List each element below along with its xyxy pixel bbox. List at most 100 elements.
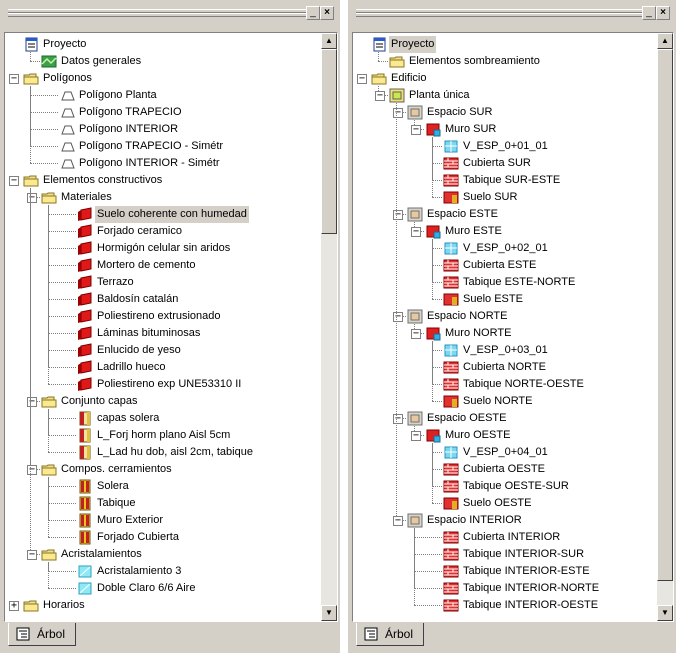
collapse-toggle[interactable]: −	[357, 74, 367, 84]
tree-node-cubierta-sur[interactable]: Cubierta SUR	[353, 155, 656, 172]
collapse-toggle[interactable]: −	[27, 193, 37, 203]
tree-node-elementos-sombreamiento[interactable]: Elementos sombreamiento	[353, 53, 656, 70]
tree-node-cubierta-interior[interactable]: Cubierta INTERIOR	[353, 529, 656, 546]
tree-node-forjado-ceramico[interactable]: Forjado ceramico	[5, 223, 320, 240]
tree-node-planta-unica[interactable]: − Planta única	[353, 87, 656, 104]
tree-node-acristalamiento-3[interactable]: Acristalamiento 3	[5, 563, 320, 580]
scroll-up-button[interactable]: ▲	[657, 33, 673, 49]
collapse-toggle[interactable]: −	[411, 227, 421, 237]
collapse-toggle[interactable]: −	[9, 74, 19, 84]
tree-node-poliestireno-exp-une53310-ii[interactable]: Poliestireno exp UNE53310 II	[5, 376, 320, 393]
tree-node-l-lad-hu-dob-aisl-2cm-tabique[interactable]: L_Lad hu dob, aisl 2cm, tabique	[5, 444, 320, 461]
tree-node-poligono-interior[interactable]: Polígono INTERIOR	[5, 121, 320, 138]
tree-node-muro-este[interactable]: − Muro ESTE	[353, 223, 656, 240]
collapse-toggle[interactable]: −	[411, 329, 421, 339]
tree-node-hormigon-celular-sin-aridos[interactable]: Hormigón celular sin aridos	[5, 240, 320, 257]
tree-node-proyecto[interactable]: Proyecto	[353, 36, 656, 53]
tree-node-poligono-planta[interactable]: Polígono Planta	[5, 87, 320, 104]
panel-title-bar[interactable]: _ ×	[0, 0, 340, 30]
expand-toggle[interactable]: +	[9, 601, 19, 611]
tree-node-v-esp-0-03-01[interactable]: V_ESP_0+03_01	[353, 342, 656, 359]
tree-node-mortero-de-cemento[interactable]: Mortero de cemento	[5, 257, 320, 274]
collapse-toggle[interactable]: −	[411, 431, 421, 441]
vertical-scrollbar[interactable]: ▲ ▼	[321, 33, 337, 621]
tree-node-v-esp-0-02-01[interactable]: V_ESP_0+02_01	[353, 240, 656, 257]
tree-node-muro-sur[interactable]: − Muro SUR	[353, 121, 656, 138]
tree-node-espacio-este[interactable]: − Espacio ESTE	[353, 206, 656, 223]
close-button[interactable]: ×	[656, 6, 670, 20]
tree-node-cubierta-norte[interactable]: Cubierta NORTE	[353, 359, 656, 376]
tree-node-espacio-sur[interactable]: − Espacio SUR	[353, 104, 656, 121]
tree-node-tabique[interactable]: Tabique	[5, 495, 320, 512]
scroll-down-button[interactable]: ▼	[657, 605, 673, 621]
tree-node-baldosin-catalan[interactable]: Baldosín catalán	[5, 291, 320, 308]
collapse-toggle[interactable]: −	[27, 397, 37, 407]
tree-node-solera[interactable]: Solera	[5, 478, 320, 495]
collapse-toggle[interactable]: −	[393, 312, 403, 322]
tree-node-laminas-bituminosas[interactable]: Láminas bituminosas	[5, 325, 320, 342]
tree-node-ladrillo-hueco[interactable]: Ladrillo hueco	[5, 359, 320, 376]
collapse-toggle[interactable]: −	[375, 91, 385, 101]
collapse-toggle[interactable]: −	[393, 210, 403, 220]
tree-node-suelo-oeste[interactable]: Suelo OESTE	[353, 495, 656, 512]
tree-node-horarios[interactable]: + Horarios	[5, 597, 320, 614]
scroll-down-button[interactable]: ▼	[321, 605, 337, 621]
tree-node-suelo-coherente-con-humedad[interactable]: Suelo coherente con humedad	[5, 206, 320, 223]
tree-node-doble-claro-6-6-aire[interactable]: Doble Claro 6/6 Aire	[5, 580, 320, 597]
tree-node-poligonos[interactable]: − Polígonos	[5, 70, 320, 87]
close-button[interactable]: ×	[320, 6, 334, 20]
scrollbar-thumb[interactable]	[321, 49, 337, 234]
minimize-button[interactable]: _	[642, 6, 656, 20]
tab-arbol[interactable]: Árbol	[8, 623, 77, 646]
tree-node-materiales[interactable]: − Materiales	[5, 189, 320, 206]
tree-node-capas-solera[interactable]: capas solera	[5, 410, 320, 427]
tree-node-edificio[interactable]: − Edificio	[353, 70, 656, 87]
tree-node-tabique-sur-este[interactable]: Tabique SUR-ESTE	[353, 172, 656, 189]
tree-view[interactable]: Proyecto Elementos sombreamiento − Edificio…	[352, 32, 674, 622]
tree-node-suelo-norte[interactable]: Suelo NORTE	[353, 393, 656, 410]
scrollbar-thumb[interactable]	[657, 49, 673, 581]
collapse-toggle[interactable]: −	[393, 516, 403, 526]
tree-node-cubierta-este[interactable]: Cubierta ESTE	[353, 257, 656, 274]
tree-node-espacio-norte[interactable]: − Espacio NORTE	[353, 308, 656, 325]
tree-node-tabique-norte-oeste[interactable]: Tabique NORTE-OESTE	[353, 376, 656, 393]
tree-node-espacio-interior[interactable]: − Espacio INTERIOR	[353, 512, 656, 529]
tree-node-acristalamientos[interactable]: − Acristalamientos	[5, 546, 320, 563]
tree-view[interactable]: Proyecto Datos generales − Polígonos Polígon…	[4, 32, 338, 622]
tree-node-v-esp-0-04-01[interactable]: V_ESP_0+04_01	[353, 444, 656, 461]
collapse-toggle[interactable]: −	[393, 108, 403, 118]
tree-node-datos-generales[interactable]: Datos generales	[5, 53, 320, 70]
tree-node-tabique-oeste-sur[interactable]: Tabique OESTE-SUR	[353, 478, 656, 495]
tree-node-elementos-constructivos[interactable]: − Elementos constructivos	[5, 172, 320, 189]
tree-node-tabique-interior-este[interactable]: Tabique INTERIOR-ESTE	[353, 563, 656, 580]
tree-node-espacio-oeste[interactable]: − Espacio OESTE	[353, 410, 656, 427]
tree-node-suelo-sur[interactable]: Suelo SUR	[353, 189, 656, 206]
collapse-toggle[interactable]: −	[411, 125, 421, 135]
tree-node-forjado-cubierta[interactable]: Forjado Cubierta	[5, 529, 320, 546]
tree-node-terrazo[interactable]: Terrazo	[5, 274, 320, 291]
tree-node-enlucido-de-yeso[interactable]: Enlucido de yeso	[5, 342, 320, 359]
tree-node-muro-exterior[interactable]: Muro Exterior	[5, 512, 320, 529]
tree-node-tabique-interior-norte[interactable]: Tabique INTERIOR-NORTE	[353, 580, 656, 597]
scroll-up-button[interactable]: ▲	[321, 33, 337, 49]
tree-node-conjunto-capas[interactable]: − Conjunto capas	[5, 393, 320, 410]
tab-arbol[interactable]: Árbol	[356, 623, 425, 646]
vertical-scrollbar[interactable]: ▲ ▼	[657, 33, 673, 621]
panel-title-bar[interactable]: _ ×	[348, 0, 676, 30]
collapse-toggle[interactable]: −	[9, 176, 19, 186]
tree-node-v-esp-0-01-01[interactable]: V_ESP_0+01_01	[353, 138, 656, 155]
tree-node-poliestireno-extrusionado[interactable]: Poliestireno extrusionado	[5, 308, 320, 325]
tree-node-poligono-interior-simetr[interactable]: Polígono INTERIOR - Simétr	[5, 155, 320, 172]
tree-node-tabique-este-norte[interactable]: Tabique ESTE-NORTE	[353, 274, 656, 291]
tree-node-compos-cerramientos[interactable]: − Compos. cerramientos	[5, 461, 320, 478]
tree-node-poligono-trapecio[interactable]: Polígono TRAPECIO	[5, 104, 320, 121]
collapse-toggle[interactable]: −	[27, 550, 37, 560]
tree-node-tabique-interior-sur[interactable]: Tabique INTERIOR-SUR	[353, 546, 656, 563]
tree-node-proyecto[interactable]: Proyecto	[5, 36, 320, 53]
tree-node-poligono-trapecio-simetr[interactable]: Polígono TRAPECIO - Simétr	[5, 138, 320, 155]
tree-node-tabique-interior-oeste[interactable]: Tabique INTERIOR-OESTE	[353, 597, 656, 614]
minimize-button[interactable]: _	[306, 6, 320, 20]
collapse-toggle[interactable]: −	[393, 414, 403, 424]
collapse-toggle[interactable]: −	[27, 465, 37, 475]
tree-node-muro-oeste[interactable]: − Muro OESTE	[353, 427, 656, 444]
